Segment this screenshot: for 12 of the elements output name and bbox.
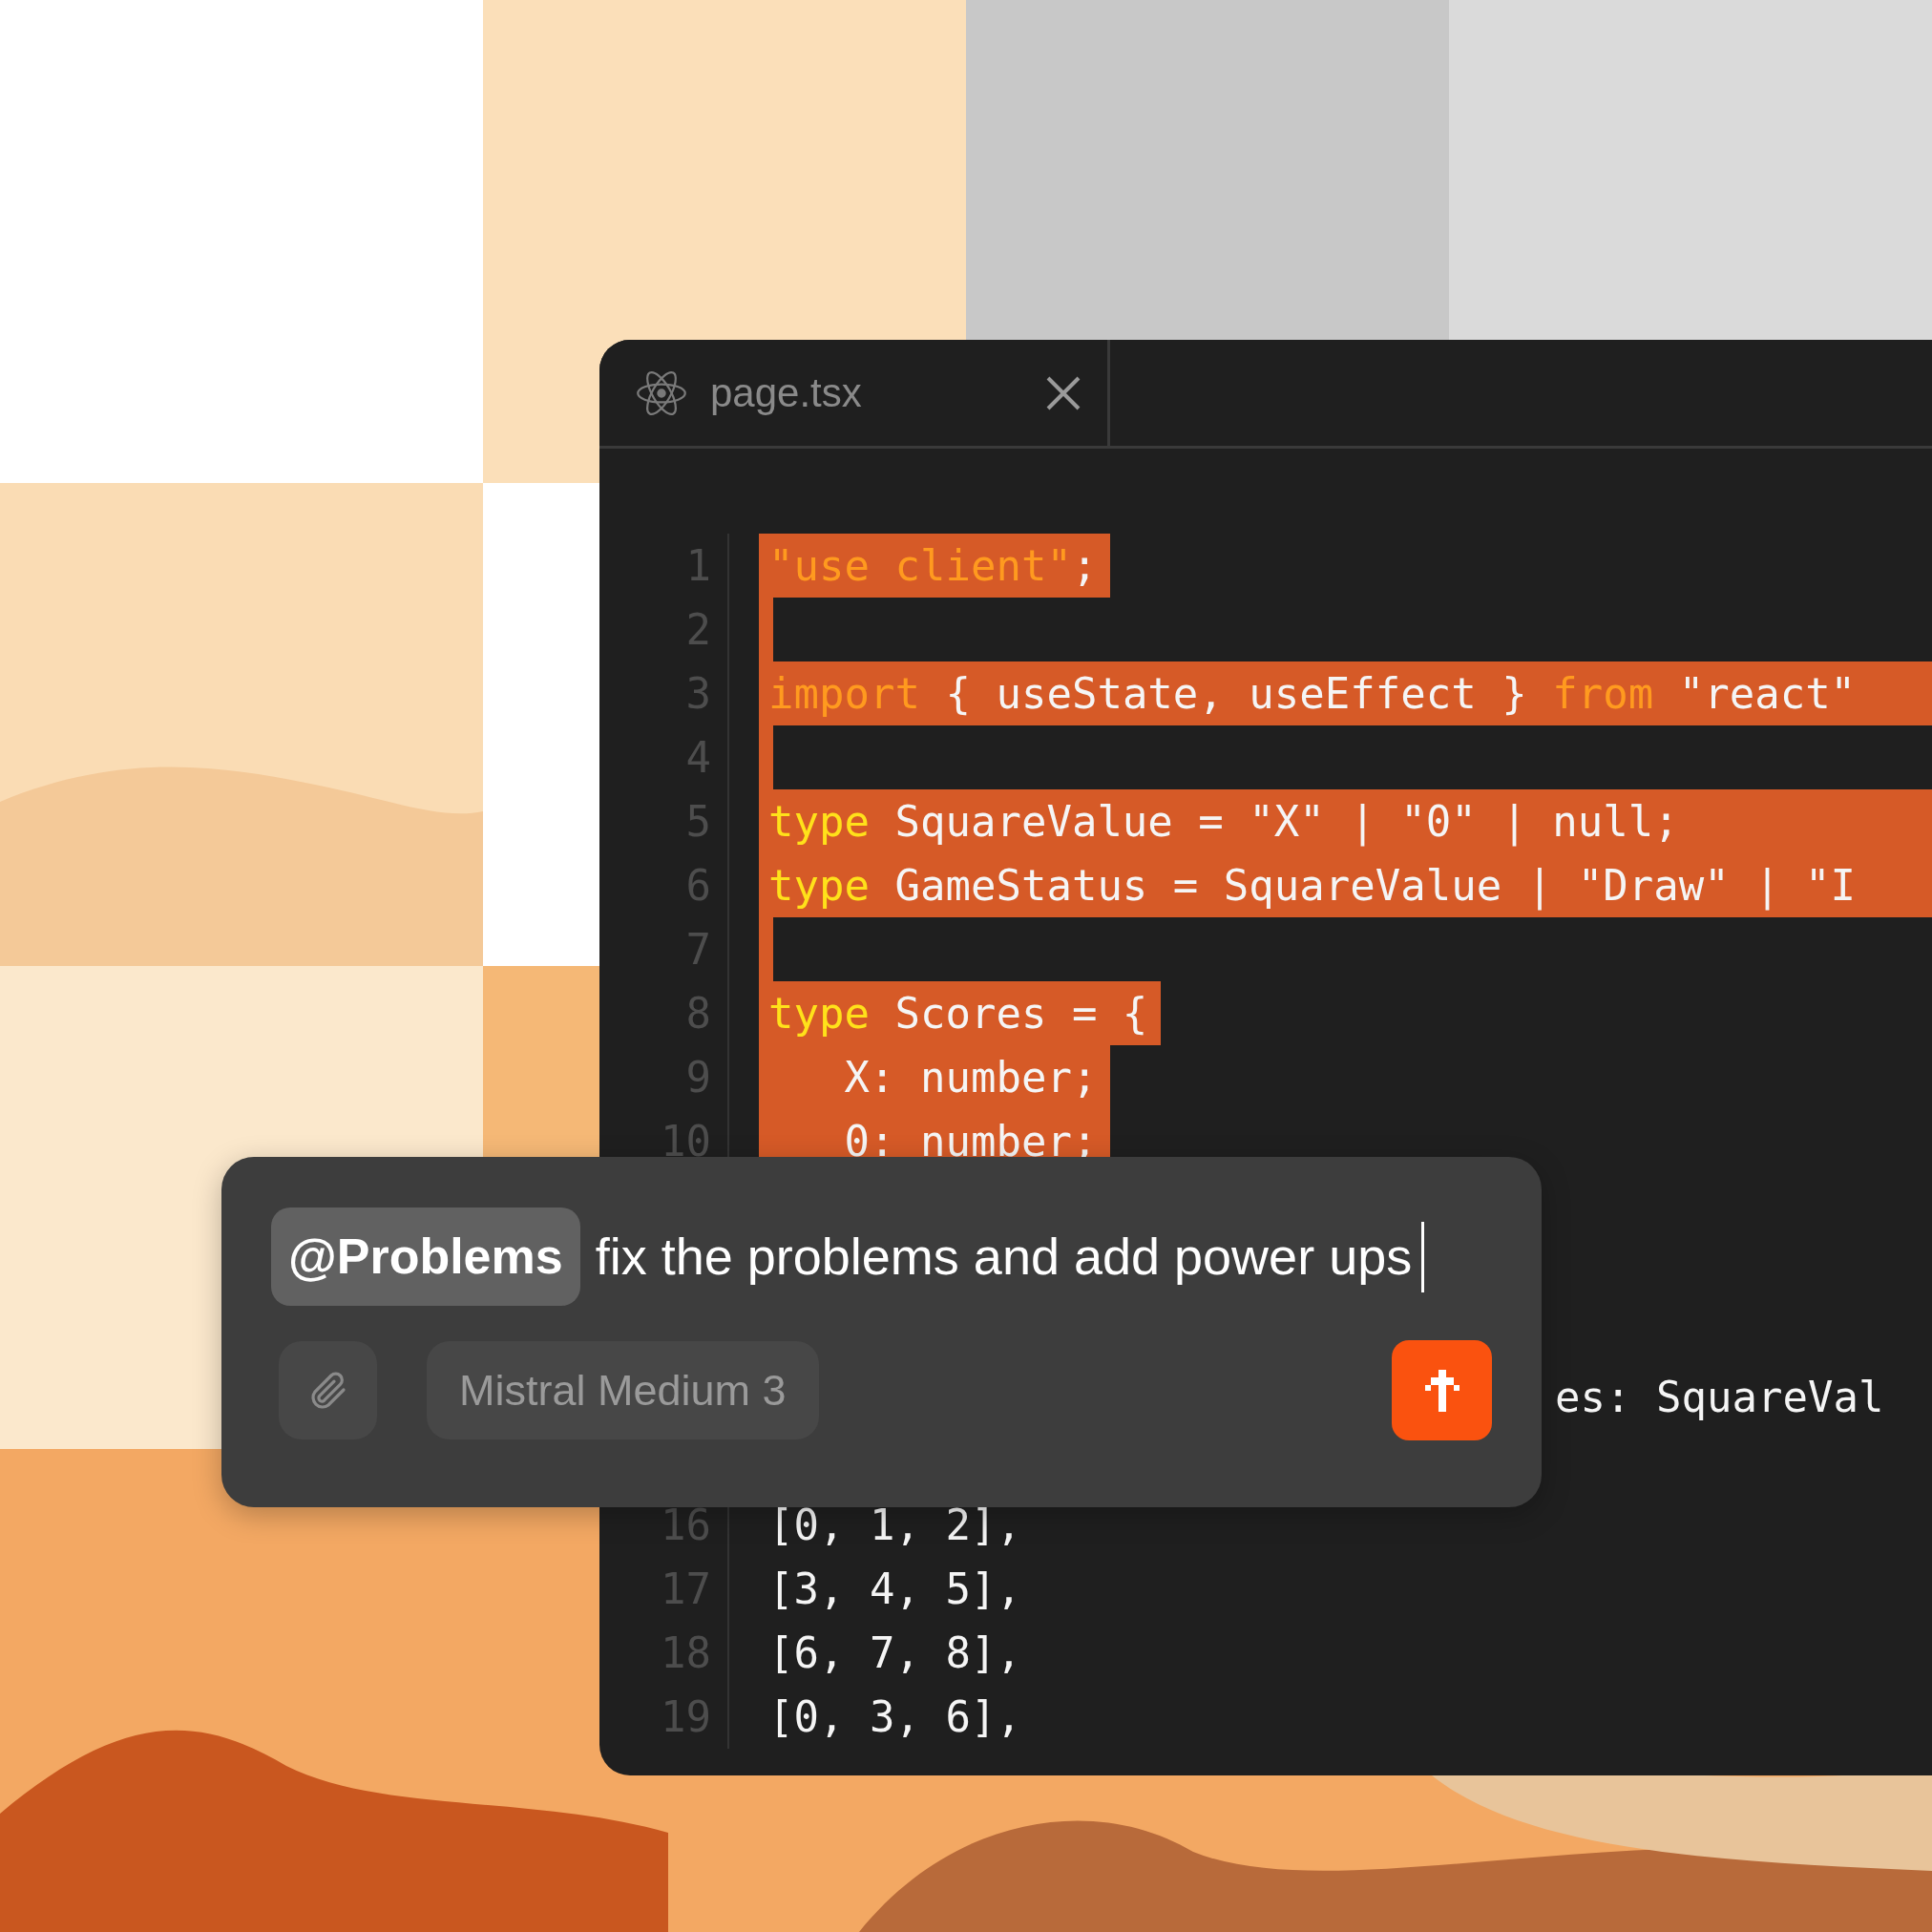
model-selector[interactable]: Mistral Medium 3 xyxy=(427,1341,819,1439)
code-line: [0, 1, 2], xyxy=(767,1500,1022,1551)
editor-tab[interactable]: page.tsx xyxy=(599,340,1110,446)
code-line: es: SquareVal xyxy=(1555,1372,1884,1423)
code-line: [6, 7, 8], xyxy=(767,1628,1022,1679)
attach-button[interactable] xyxy=(279,1341,377,1439)
send-button[interactable] xyxy=(1392,1340,1492,1440)
arrow-up-icon xyxy=(1424,1369,1460,1412)
message-text: fix the problems and add power ups xyxy=(595,1227,1413,1287)
code-line: [3, 4, 5], xyxy=(767,1564,1022,1615)
mention-chip[interactable]: @Problems xyxy=(271,1208,580,1306)
code-line: [0, 3, 6], xyxy=(767,1691,1022,1743)
